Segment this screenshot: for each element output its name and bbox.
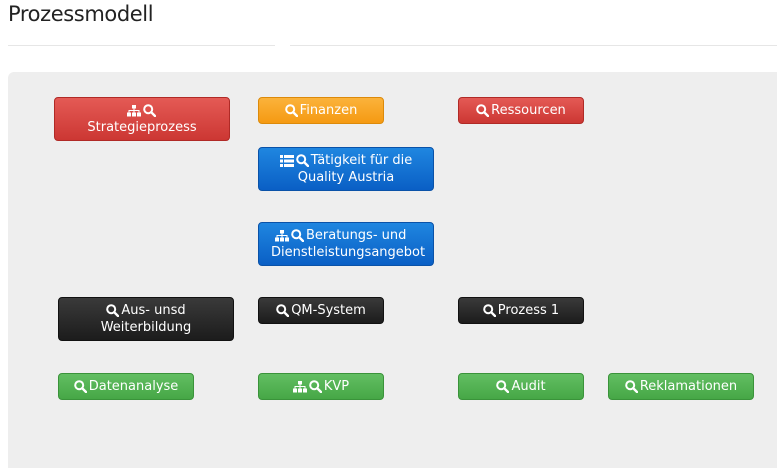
kvp-button[interactable]: KVP — [258, 373, 384, 400]
title-divider-right — [290, 45, 777, 46]
search-icon — [284, 104, 298, 117]
list-icon — [279, 154, 294, 167]
prozess1-button[interactable]: Prozess 1 — [458, 297, 584, 324]
search-icon — [309, 380, 322, 393]
ressourcen-button[interactable]: Ressourcen — [458, 97, 584, 124]
audit-label: Audit — [511, 379, 546, 394]
reklamationen-label: Reklamationen — [639, 379, 738, 394]
reklamationen-button[interactable]: Reklamationen — [608, 373, 754, 400]
search-icon — [276, 304, 290, 317]
qm-system-label: QM-System — [291, 303, 366, 318]
ausbildung-button[interactable]: Aus- unsd Weiterbildung — [58, 297, 234, 341]
strategieprozess-label: Strategieprozess — [87, 120, 197, 135]
datenanalyse-label: Datenanalyse — [88, 379, 179, 394]
title-divider — [8, 45, 275, 46]
taetigkeit-button[interactable]: Tätigkeit für die Quality Austria — [258, 147, 434, 191]
search-icon — [106, 304, 120, 317]
search-icon — [476, 104, 490, 117]
sitemap-icon — [126, 104, 141, 117]
search-icon — [291, 229, 304, 242]
audit-button[interactable]: Audit — [458, 373, 584, 400]
ressourcen-label: Ressourcen — [491, 103, 566, 118]
beratung-label-line1: Beratungs- und — [306, 228, 407, 243]
search-icon — [295, 154, 309, 167]
ausbildung-label-line1: Aus- unsd — [121, 303, 186, 318]
kvp-label: KVP — [323, 379, 350, 394]
search-icon — [496, 380, 510, 393]
search-icon — [482, 304, 496, 317]
sitemap-icon — [292, 380, 307, 393]
search-icon — [625, 380, 638, 393]
beratung-label-line2: Dienstleistungsangebot — [271, 245, 426, 260]
finanzen-button[interactable]: Finanzen — [258, 97, 384, 124]
strategieprozess-button[interactable]: Strategieprozess — [54, 97, 230, 141]
taetigkeit-label-line1: Tätigkeit für die — [310, 153, 413, 168]
datenanalyse-button[interactable]: Datenanalyse — [58, 373, 194, 400]
ausbildung-label-line2: Weiterbildung — [100, 320, 192, 335]
page-title: Prozessmodell — [8, 2, 154, 26]
finanzen-label: Finanzen — [299, 103, 358, 118]
beratung-button[interactable]: Beratungs- und Dienstleistungsangebot — [258, 222, 434, 266]
search-icon — [73, 380, 87, 393]
prozess1-label: Prozess 1 — [497, 303, 560, 318]
qm-system-button[interactable]: QM-System — [258, 297, 384, 324]
taetigkeit-label-line2: Quality Austria — [297, 170, 395, 185]
search-icon — [142, 104, 156, 117]
sitemap-icon — [275, 229, 289, 242]
